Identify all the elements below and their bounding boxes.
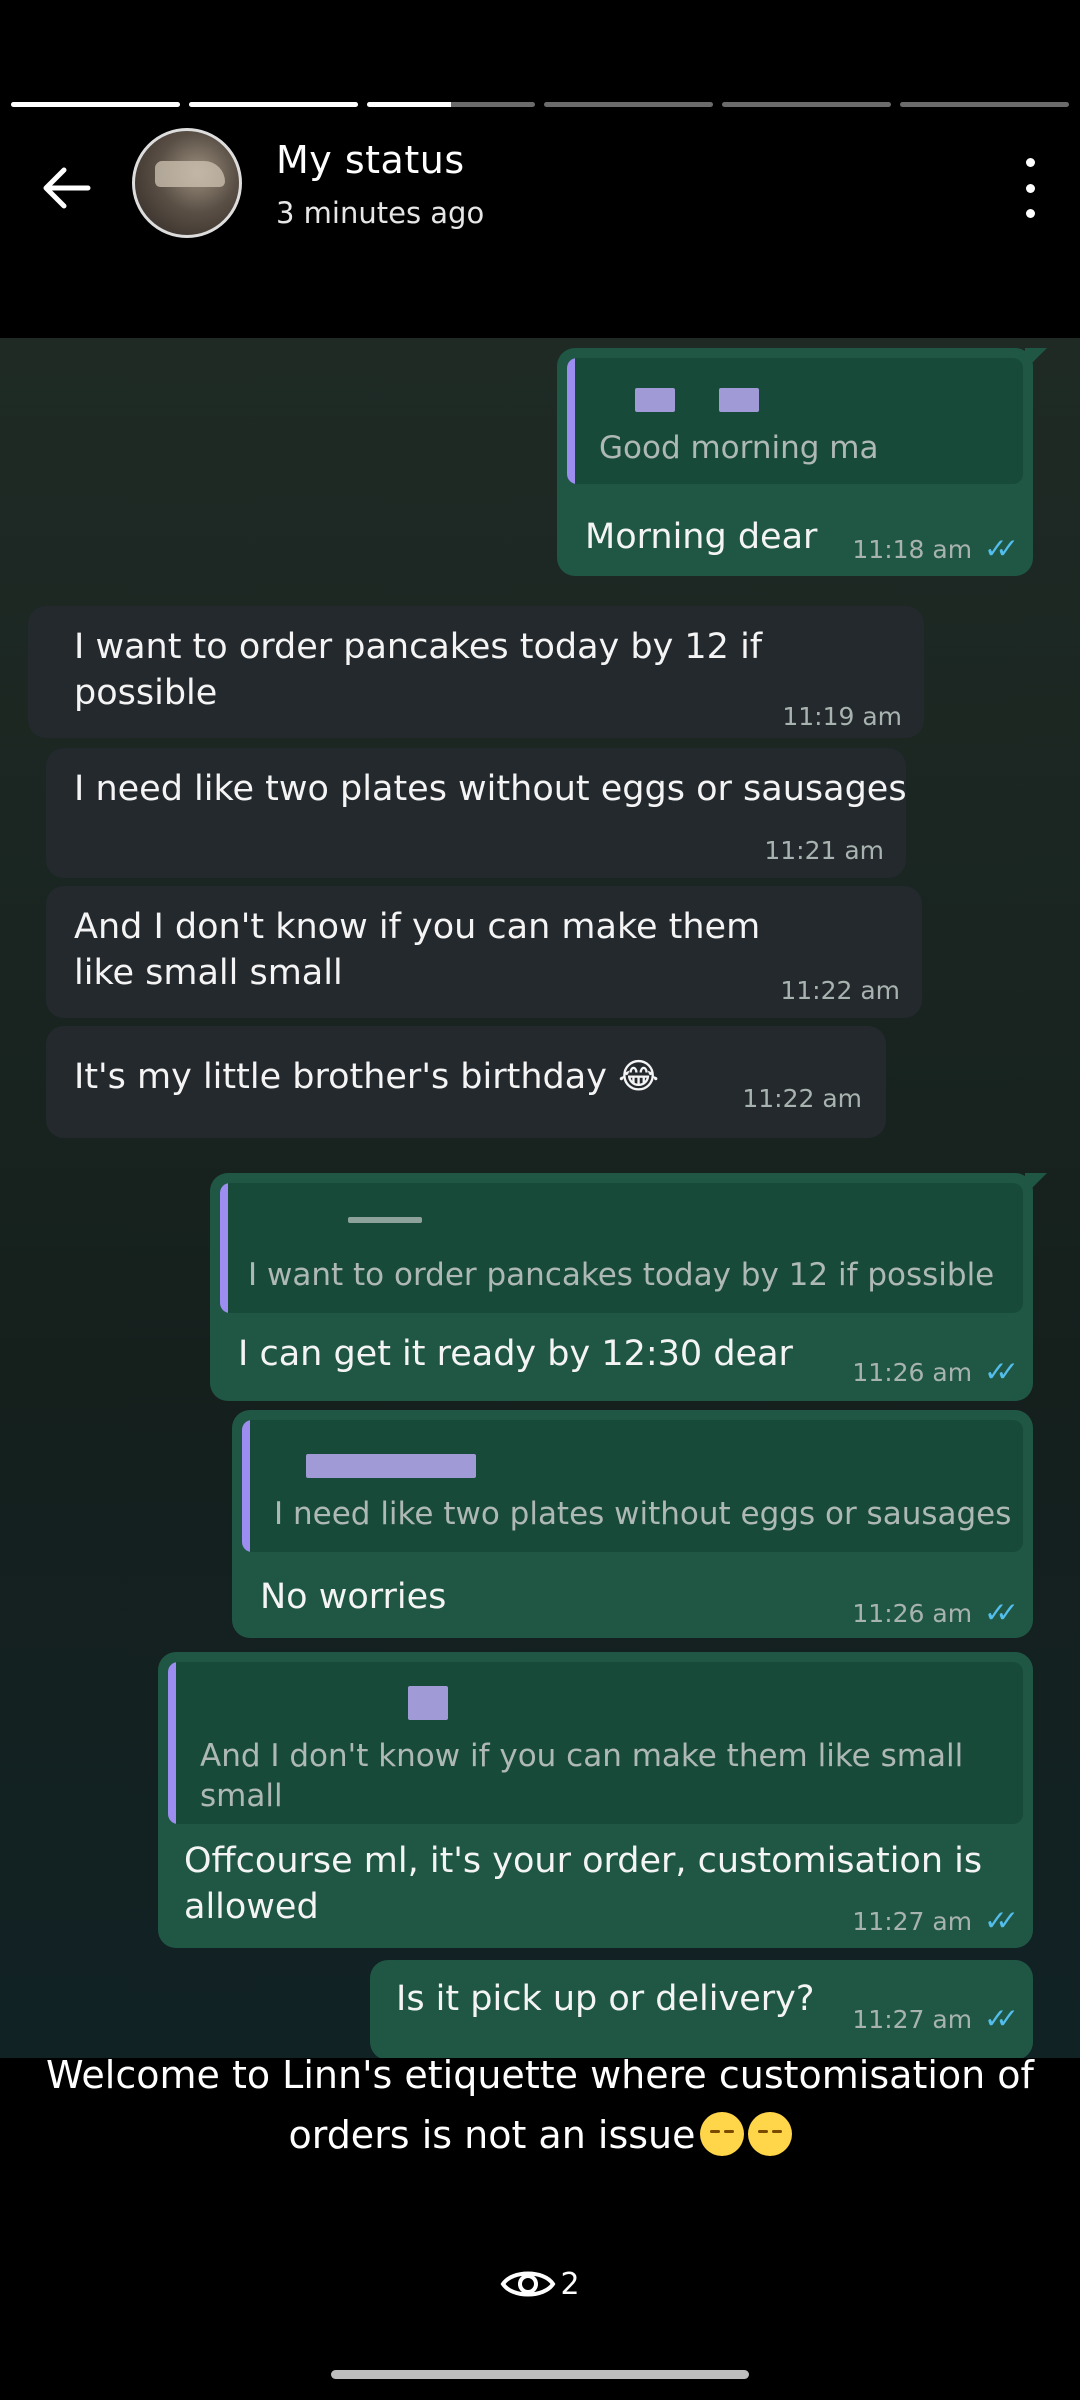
status-title: My status [276, 138, 465, 182]
read-ticks-icon: ✓✓ [984, 1596, 1019, 1629]
message-text: I want to order pancakes today by 12 if … [74, 627, 763, 713]
quoted-text: And I don't know if you can make them li… [200, 1738, 964, 1814]
read-ticks-icon: ✓✓ [984, 532, 1019, 565]
view-count-number: 2 [560, 2266, 580, 2302]
quoted-text: I need like two plates without eggs or s… [274, 1496, 1012, 1532]
message-incoming: And I don't know if you can make them li… [46, 886, 922, 1018]
message-text: I need like two plates without eggs or s… [74, 769, 907, 809]
message-outgoing: And I don't know if you can make them li… [158, 1652, 1033, 1948]
quoted-message: I want to order pancakes today by 12 if … [220, 1183, 1023, 1313]
message-time: 11:27 am ✓✓ [852, 2002, 1019, 2035]
progress-segment [900, 102, 1069, 107]
message-time: 11:22 am [780, 976, 900, 1005]
quoted-message: And I don't know if you can make them li… [168, 1662, 1023, 1824]
status-header: My status 3 minutes ago [0, 128, 1080, 248]
eye-icon [501, 2271, 556, 2297]
quoted-text: Good morning ma [599, 430, 879, 466]
view-count[interactable]: 2 [0, 2264, 1080, 2304]
message-text: It's my little brother's birthday 😂 [74, 1057, 659, 1097]
home-indicator[interactable] [331, 2370, 749, 2379]
message-time: 11:22 am [742, 1084, 862, 1113]
read-ticks-icon: ✓✓ [984, 2002, 1019, 2035]
read-ticks-icon: ✓✓ [984, 1904, 1019, 1937]
avatar[interactable] [132, 128, 242, 238]
message-outgoing: I want to order pancakes today by 12 if … [210, 1173, 1047, 1401]
message-time: 11:26 am ✓✓ [852, 1355, 1019, 1388]
message-text: I can get it ready by 12:30 dear [238, 1334, 793, 1374]
message-incoming: I want to order pancakes today by 12 if … [28, 606, 924, 738]
message-outgoing: Is it pick up or delivery? 11:27 am ✓✓ [370, 1960, 1033, 2058]
quoted-message: I need like two plates without eggs or s… [242, 1420, 1023, 1552]
message-time: 11:19 am [782, 702, 902, 731]
message-text: No worries [260, 1577, 447, 1617]
laughing-emoji: 😂 [618, 1057, 659, 1097]
message-outgoing: Good morning ma Morning dear 11:18 am ✓✓ [557, 348, 1047, 576]
chat-screenshot: Good morning ma Morning dear 11:18 am ✓✓ … [0, 338, 1080, 2058]
message-text: And I don't know if you can make them li… [74, 907, 761, 993]
status-progress [11, 102, 1069, 107]
message-incoming: I need like two plates without eggs or s… [46, 748, 907, 878]
message-time: 11:18 am ✓✓ [852, 532, 1019, 565]
status-time-ago: 3 minutes ago [276, 196, 485, 230]
status-caption: Welcome to Linn's etiquette where custom… [46, 2053, 1034, 2157]
more-options-icon[interactable] [1020, 158, 1040, 218]
quoted-text: I want to order pancakes today by 12 if … [248, 1257, 995, 1293]
message-incoming: It's my little brother's birthday 😂 11:2… [46, 1026, 886, 1138]
quoted-message: Good morning ma [567, 358, 1023, 484]
message-time: 11:27 am ✓✓ [852, 1904, 1019, 1937]
back-arrow-icon[interactable] [36, 158, 96, 218]
progress-segment [366, 102, 536, 107]
message-text: Is it pick up or delivery? [396, 1979, 815, 2019]
progress-segment [11, 102, 180, 107]
progress-segment [188, 102, 358, 107]
message-text: Morning dear [585, 517, 818, 557]
message-outgoing: I need like two plates without eggs or s… [232, 1410, 1033, 1638]
progress-segment [544, 102, 714, 107]
smiling-face-emoji [747, 2112, 792, 2156]
progress-segment [722, 102, 892, 107]
smiling-face-emoji [699, 2112, 744, 2156]
message-time: 11:21 am [764, 836, 884, 865]
message-time: 11:26 am ✓✓ [852, 1596, 1019, 1629]
read-ticks-icon: ✓✓ [984, 1355, 1019, 1388]
